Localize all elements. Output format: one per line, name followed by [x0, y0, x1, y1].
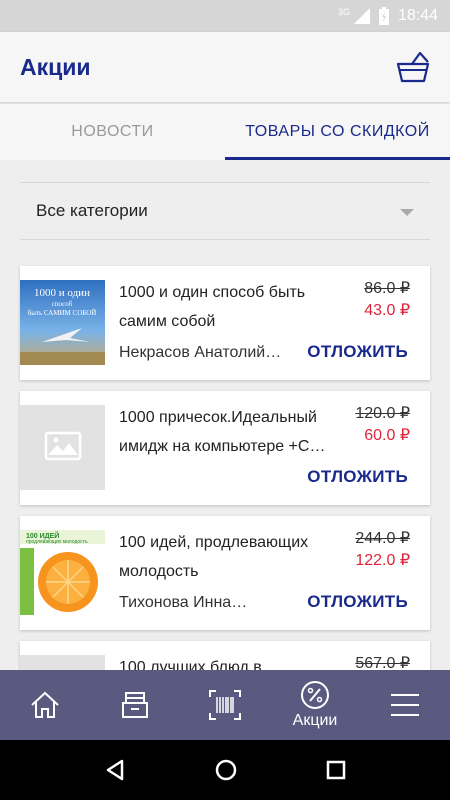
nav-scanner[interactable]	[180, 670, 270, 740]
signal-icon	[353, 8, 370, 24]
nav-promotions-label: Акции	[292, 712, 338, 729]
save-for-later-button[interactable]: ОТЛОЖИТЬ	[307, 342, 408, 362]
nav-catalog[interactable]	[90, 670, 180, 740]
category-select[interactable]: Все категории	[20, 182, 430, 240]
percent-icon	[301, 681, 329, 709]
book-cover-image	[20, 655, 105, 670]
battery-icon	[378, 7, 389, 25]
product-name: 100 лучших блюд в	[119, 659, 262, 670]
network-label: 3G	[337, 7, 350, 17]
save-for-later-button[interactable]: ОТЛОЖИТЬ	[307, 467, 408, 487]
discount-price: 122.0 ₽	[355, 552, 410, 569]
status-bar: 3G 18:44	[0, 0, 450, 32]
product-author: Тихонова Инна…	[119, 594, 248, 611]
save-for-later-button[interactable]: ОТЛОЖИТЬ	[307, 592, 408, 612]
home-button-icon[interactable]	[214, 758, 238, 782]
discount-price: 60.0 ₽	[364, 427, 410, 444]
product-list-area: Все категории 1000 и один способ быть СА…	[0, 160, 450, 670]
dropdown-arrow-icon	[400, 209, 414, 216]
basket-icon	[396, 51, 430, 83]
product-card[interactable]: 100 ИДЕЙ продлевающих молодость 100 идей…	[20, 516, 430, 630]
image-placeholder-icon	[20, 405, 105, 490]
tab-bar: НОВОСТИ ТОВАРЫ СО СКИДКОЙ	[0, 104, 450, 160]
cover-text: 1000 и один	[34, 287, 90, 299]
nav-home[interactable]	[0, 670, 90, 740]
book-cover-image: 1000 и один способ быть САМИМ СОБОЙ	[20, 280, 105, 365]
old-price: 567.0 ₽	[355, 655, 410, 670]
product-name: 1000 и один способ быть самим собой	[119, 284, 306, 330]
cart-button[interactable]	[394, 48, 434, 88]
barcode-icon	[209, 690, 241, 720]
cover-text: способ	[52, 300, 73, 308]
product-card[interactable]: 100 лучших блюд в 567.0 ₽	[20, 641, 430, 670]
back-icon[interactable]	[103, 758, 127, 782]
tab-news[interactable]: НОВОСТИ	[0, 104, 225, 160]
system-navigation-bar	[0, 740, 450, 800]
product-card[interactable]: 1000 и один способ быть САМИМ СОБОЙ 1000…	[20, 266, 430, 380]
nav-menu[interactable]	[360, 670, 450, 740]
menu-icon	[391, 694, 419, 716]
recents-icon[interactable]	[325, 759, 347, 781]
app-bar: Акции	[0, 32, 450, 102]
old-price: 86.0 ₽	[364, 280, 410, 297]
old-price: 120.0 ₽	[355, 405, 410, 422]
old-price: 244.0 ₽	[355, 530, 410, 547]
category-select-value: Все категории	[36, 201, 148, 220]
nav-promotions[interactable]: Акции	[270, 670, 360, 740]
product-card[interactable]: 1000 причесок.Идеальный имидж на компьют…	[20, 391, 430, 505]
clock: 18:44	[397, 7, 438, 24]
home-icon	[31, 691, 59, 718]
product-author: Некрасов Анатолий…	[119, 344, 282, 361]
tab-discounts[interactable]: ТОВАРЫ СО СКИДКОЙ	[225, 104, 450, 160]
cover-text: продлевающих молодость	[26, 539, 88, 545]
discount-price: 43.0 ₽	[364, 302, 410, 319]
bottom-navigation: Акции	[0, 670, 450, 740]
product-name: 100 идей, продлевающих молодость	[119, 534, 309, 580]
catalog-icon	[122, 692, 148, 718]
page-title: Акции	[20, 53, 91, 80]
book-cover-image: 100 ИДЕЙ продлевающих молодость	[20, 530, 105, 615]
product-name: 1000 причесок.Идеальный имидж на компьют…	[119, 409, 326, 455]
cover-text: быть САМИМ СОБОЙ	[28, 309, 97, 317]
